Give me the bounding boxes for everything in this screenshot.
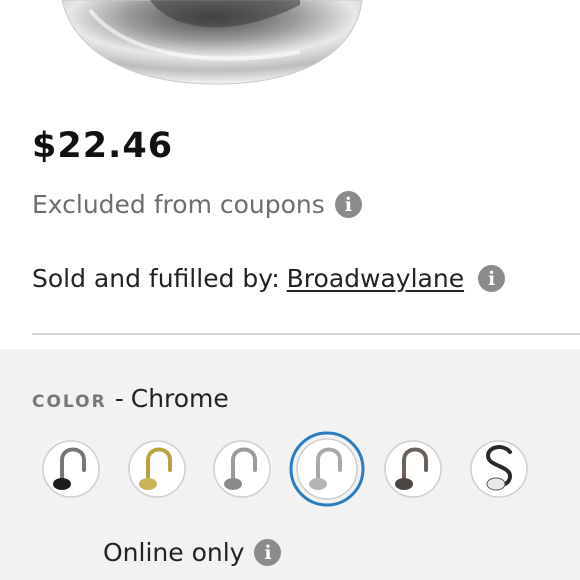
online-only-text: Online only [103,538,245,567]
color-swatch[interactable] [460,430,538,508]
sold-by-label: Sold and fufilled by: [32,264,280,293]
coupon-exclusion-note: Excluded from coupons i [32,190,362,219]
color-separator: - [114,384,124,413]
color-swatch[interactable] [374,430,452,508]
color-swatches [0,430,580,510]
coupon-exclusion-text: Excluded from coupons [32,190,325,219]
seller-link[interactable]: Broadwaylane [287,264,464,293]
info-icon[interactable]: i [478,265,506,292]
info-icon[interactable]: i [254,539,282,566]
info-icon[interactable]: i [334,191,362,218]
availability-note: Online only i [103,538,282,567]
color-swatch-selected[interactable] [288,430,366,508]
color-label: COLOR [32,392,107,412]
product-image [0,0,580,96]
selected-color-name: Chrome [130,384,229,413]
divider [32,333,580,335]
color-swatch[interactable] [203,430,281,508]
price: $22.46 [32,126,174,166]
color-swatch[interactable] [118,430,196,508]
color-swatch[interactable] [32,430,110,508]
color-heading: COLOR - Chrome [32,384,229,413]
seller-info: Sold and fufilled by: Broadwaylane i [32,264,506,293]
